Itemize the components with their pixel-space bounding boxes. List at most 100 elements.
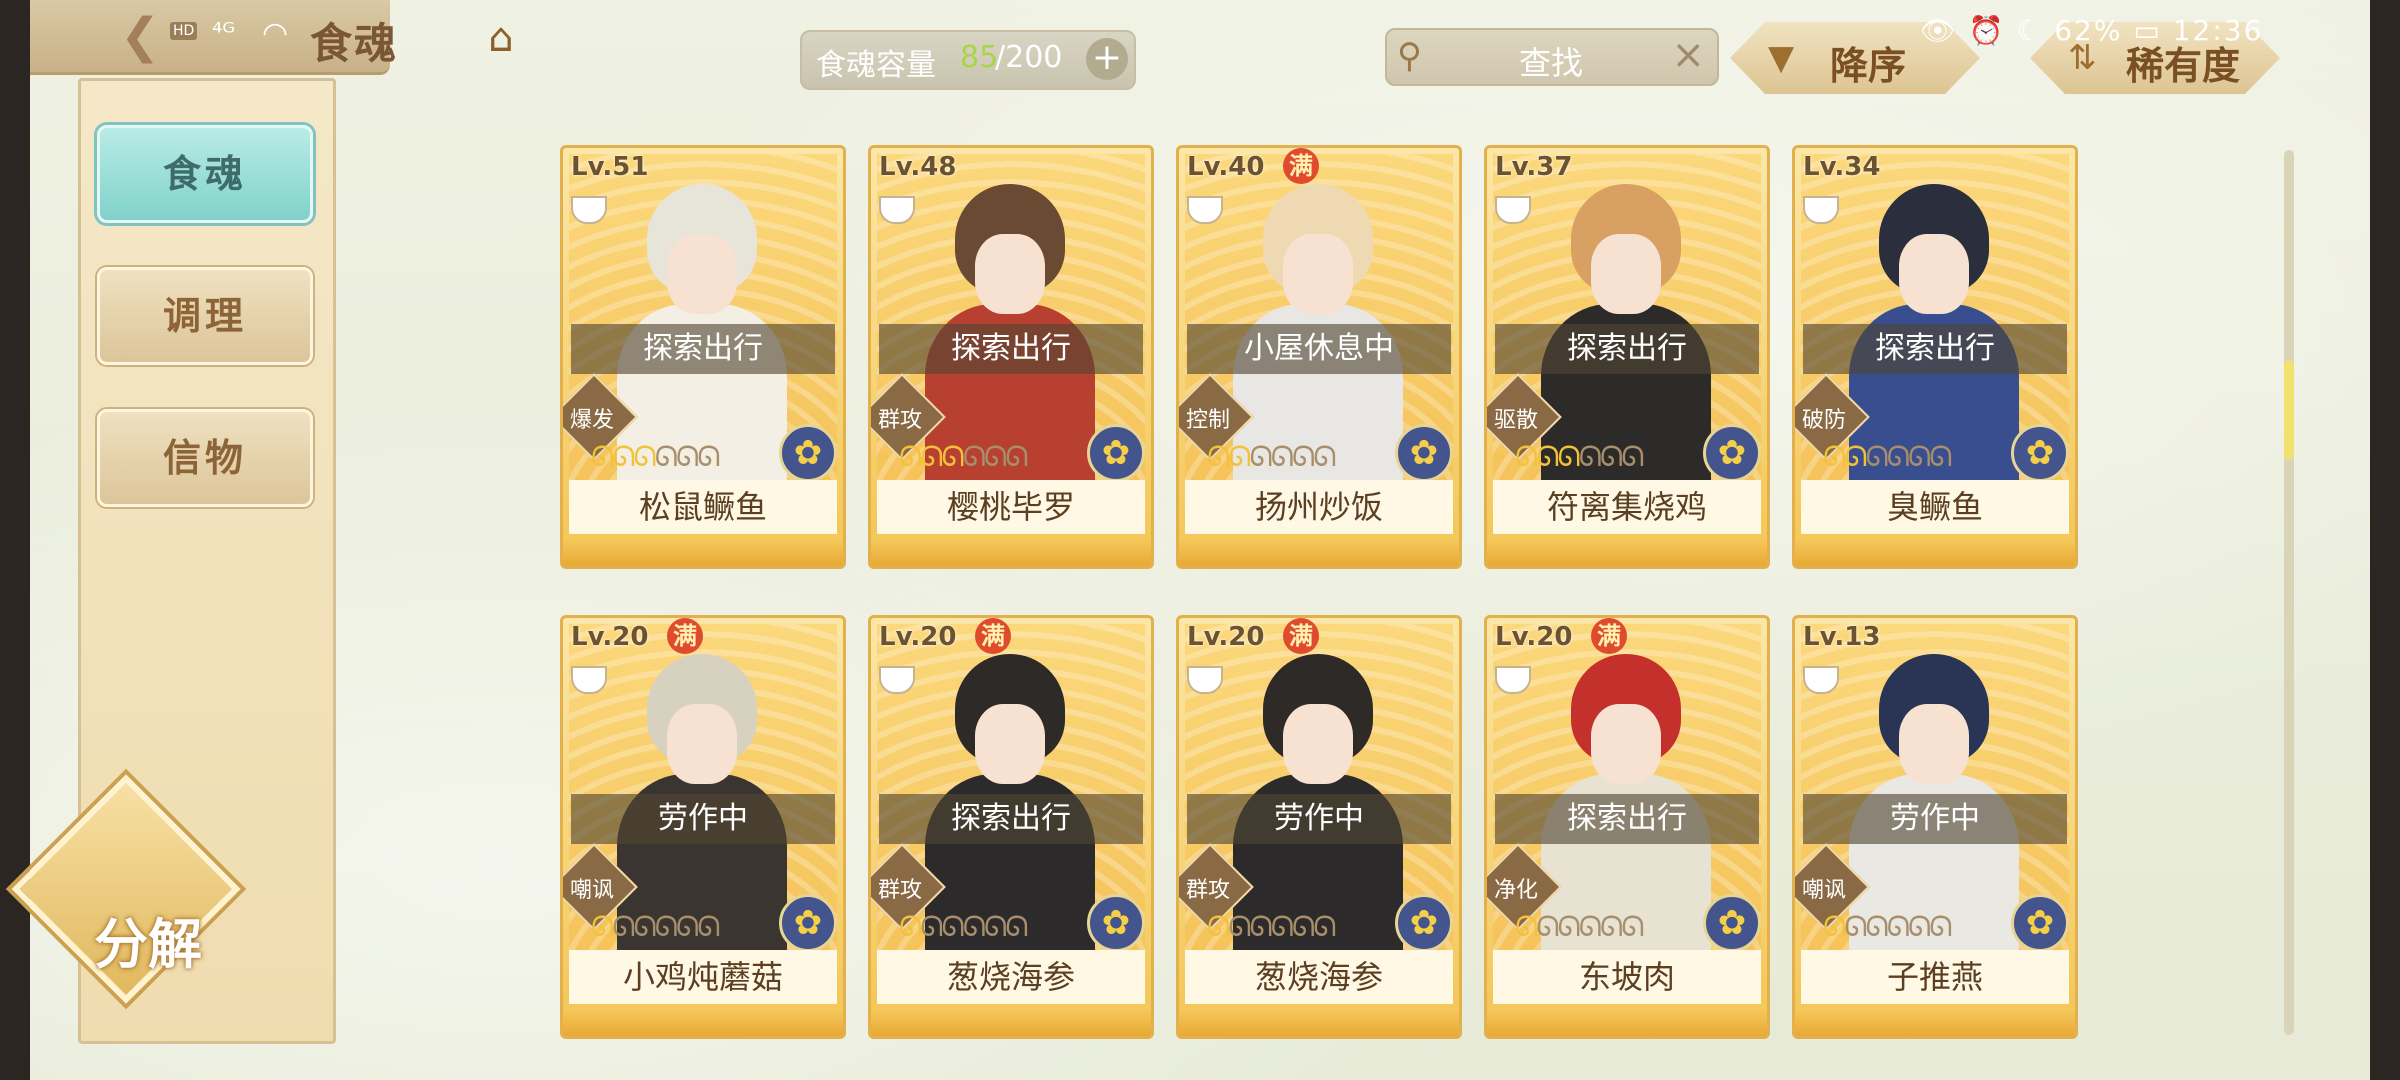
role-label: 群攻 xyxy=(877,408,922,433)
spirit-flame-icon: ᘏ xyxy=(1865,910,1889,943)
status-banner: 探索出行 xyxy=(571,324,835,374)
bowl-icon xyxy=(1495,666,1531,694)
food-soul-name: 葱烧海参 xyxy=(1185,950,1453,1004)
rarity-flower-icon: ✿ xyxy=(1703,894,1761,952)
spirit-flame-icon: ᘏ xyxy=(941,440,965,473)
status-banner: 探索出行 xyxy=(1495,324,1759,374)
spirit-flame-icon: ᘏ xyxy=(1557,440,1581,473)
food-soul-card[interactable]: Lv.13 劳作中 嘲讽 ᘏᘏᘏᘏᘏᘏ ✿ 子推燕 xyxy=(1792,615,2078,1039)
search-placeholder: 查找 xyxy=(1519,44,1584,82)
rarity-flower-icon: ✿ xyxy=(1395,894,1453,952)
bowl-icon xyxy=(1803,666,1839,694)
spirit-flame-icon: ᘏ xyxy=(1292,440,1315,473)
status-banner: 探索出行 xyxy=(879,324,1143,374)
decompose-label[interactable]: 分解 xyxy=(58,900,238,979)
food-soul-name: 樱桃毕罗 xyxy=(877,480,1145,534)
card-footer xyxy=(1179,540,1459,566)
spirit-flame-icon: ᘏ xyxy=(1313,440,1336,473)
food-soul-card[interactable]: Lv.40 满小屋休息中 控制 ᘏᘏᘏᘏᘏᘏ ✿ 扬州炒饭 xyxy=(1176,145,1462,569)
capacity-expand-button[interactable]: + xyxy=(1086,38,1128,80)
spirit-flame-icon: ᘏ xyxy=(654,440,678,473)
scrollbar-track[interactable] xyxy=(2284,150,2294,1035)
spirit-flame-icon: ᘏ xyxy=(1515,910,1538,943)
side-tab-food-souls[interactable]: 食魂 xyxy=(97,125,313,223)
battery-level: 62% xyxy=(2054,14,2123,47)
role-label: 破防 xyxy=(1801,408,1846,433)
food-soul-name: 东坡肉 xyxy=(1493,950,1761,1004)
spirit-rating: ᘏᘏᘏᘏᘏᘏ xyxy=(591,440,721,474)
scrollbar-thumb[interactable] xyxy=(2284,360,2294,460)
spirit-flame-icon: ᘏ xyxy=(941,910,965,943)
spirit-rating: ᘏᘏᘏᘏᘏᘏ xyxy=(899,910,1029,944)
status-banner: 劳作中 xyxy=(1803,794,2067,844)
character-face xyxy=(1591,704,1661,784)
spirit-flame-icon: ᘏ xyxy=(612,910,635,943)
food-soul-card[interactable]: Lv.34 探索出行 破防 ᘏᘏᘏᘏᘏᘏ ✿ 臭鳜鱼 xyxy=(1792,145,2078,569)
rarity-flower-icon: ✿ xyxy=(779,424,837,482)
character-face xyxy=(1899,234,1969,314)
spirit-flame-icon: ᘏ xyxy=(697,440,720,473)
spirit-rating: ᘏᘏᘏᘏᘏᘏ xyxy=(1823,910,1953,944)
status-icons: 👁 ⏰ ☾ xyxy=(1920,14,2044,47)
character-face xyxy=(1283,234,1353,314)
level-label: Lv.34 xyxy=(1803,152,1881,182)
capacity-label: 食魂容量 xyxy=(816,48,936,83)
card-footer xyxy=(871,1010,1151,1036)
role-label: 净化 xyxy=(1493,878,1538,903)
food-soul-card[interactable]: Lv.20 满探索出行 群攻 ᘏᘏᘏᘏᘏᘏ ✿ 葱烧海参 xyxy=(868,615,1154,1039)
character-face xyxy=(975,234,1045,314)
food-soul-name: 小鸡炖蘑菇 xyxy=(569,950,837,1004)
spirit-rating: ᘏᘏᘏᘏᘏᘏ xyxy=(899,440,1029,474)
spirit-flame-icon: ᘏ xyxy=(1207,910,1230,943)
clear-icon[interactable]: × xyxy=(1671,32,1705,78)
side-tab-conditioning[interactable]: 调理 xyxy=(97,267,313,365)
food-soul-card[interactable]: Lv.48 探索出行 群攻 ᘏᘏᘏᘏᘏᘏ ✿ 樱桃毕罗 xyxy=(868,145,1154,569)
level-label: Lv.51 xyxy=(571,152,649,182)
spirit-flame-icon: ᘏ xyxy=(1270,440,1294,473)
sort-down-icon: ▼ xyxy=(1768,38,1795,78)
food-soul-card[interactable]: Lv.20 满劳作中 群攻 ᘏᘏᘏᘏᘏᘏ ✿ 葱烧海参 xyxy=(1176,615,1462,1039)
food-soul-card[interactable]: Lv.20 满劳作中 嘲讽 ᘏᘏᘏᘏᘏᘏ ✿ 小鸡炖蘑菇 xyxy=(560,615,846,1039)
food-soul-name: 松鼠鳜鱼 xyxy=(569,480,837,534)
clock: 12:36 xyxy=(2172,14,2264,47)
screen-edge-right xyxy=(2370,0,2400,1080)
status-banner: 劳作中 xyxy=(1187,794,1451,844)
bowl-icon xyxy=(1187,196,1223,224)
signal-icon: ⁴ᴳ xyxy=(212,18,236,48)
home-pavilion-icon[interactable]: ⌂ xyxy=(475,14,527,62)
search-input[interactable]: ⚲ 查找 × xyxy=(1385,28,1719,86)
spirit-flame-icon: ᘏ xyxy=(1270,910,1294,943)
spirit-flame-icon: ᘏ xyxy=(676,910,699,943)
spirit-flame-icon: ᘏ xyxy=(1929,440,1952,473)
bowl-icon xyxy=(1495,196,1531,224)
spirit-flame-icon: ᘏ xyxy=(1823,910,1846,943)
food-soul-card[interactable]: Lv.51 探索出行 爆发 ᘏᘏᘏᘏᘏᘏ ✿ 松鼠鳜鱼 xyxy=(560,145,846,569)
rarity-flower-icon: ✿ xyxy=(2011,424,2069,482)
food-soul-name: 臭鳜鱼 xyxy=(1801,480,2069,534)
spirit-flame-icon: ᘏ xyxy=(1929,910,1952,943)
card-footer xyxy=(1795,540,2075,566)
card-footer xyxy=(563,540,843,566)
status-banner: 探索出行 xyxy=(1495,794,1759,844)
back-icon[interactable]: ❮ xyxy=(120,12,176,60)
bowl-icon xyxy=(879,196,915,224)
spirit-flame-icon: ᘏ xyxy=(1908,440,1931,473)
card-footer xyxy=(1487,540,1767,566)
spirit-flame-icon: ᘏ xyxy=(1886,910,1910,943)
spirit-flame-icon: ᘏ xyxy=(1600,910,1623,943)
spirit-flame-icon: ᘏ xyxy=(1908,910,1931,943)
search-icon: ⚲ xyxy=(1397,36,1422,76)
spirit-flame-icon: ᘏ xyxy=(1249,910,1273,943)
screen-edge-left xyxy=(0,0,30,1080)
spirit-flame-icon: ᘏ xyxy=(1621,440,1644,473)
bowl-icon xyxy=(879,666,915,694)
food-soul-card[interactable]: Lv.20 满探索出行 净化 ᘏᘏᘏᘏᘏᘏ ✿ 东坡肉 xyxy=(1484,615,1770,1039)
side-tab-tokens[interactable]: 信物 xyxy=(97,409,313,507)
max-level-badge: 满 xyxy=(975,618,1011,654)
spirit-flame-icon: ᘏ xyxy=(676,440,699,473)
rarity-flower-icon: ✿ xyxy=(1703,424,1761,482)
food-soul-name: 符离集烧鸡 xyxy=(1493,480,1761,534)
status-banner: 劳作中 xyxy=(571,794,835,844)
spirit-flame-icon: ᘏ xyxy=(1536,910,1559,943)
food-soul-card[interactable]: Lv.37 探索出行 驱散 ᘏᘏᘏᘏᘏᘏ ✿ 符离集烧鸡 xyxy=(1484,145,1770,569)
